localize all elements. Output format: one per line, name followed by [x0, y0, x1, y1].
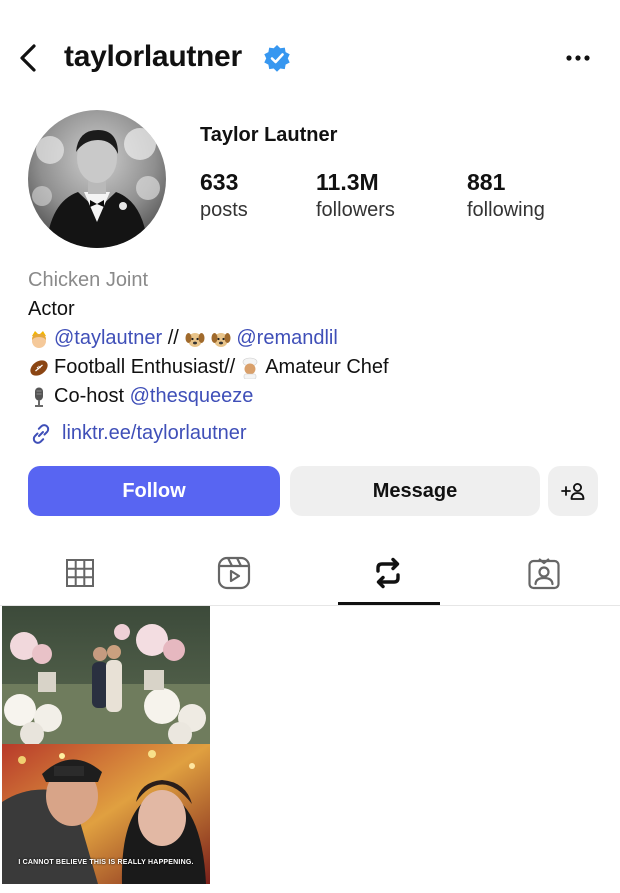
post-image — [2, 606, 210, 884]
bio-mention-taylautner[interactable]: @taylautner — [54, 324, 162, 353]
posts-count: 633 — [200, 169, 239, 195]
profile-avatar[interactable] — [28, 110, 166, 248]
dog-face-emoji-icon — [211, 332, 231, 347]
add-user-icon — [561, 483, 585, 500]
bio-title: Actor — [28, 298, 75, 320]
bio-link[interactable]: linktr.ee/taylorlautner — [28, 419, 598, 448]
tagged-icon — [528, 558, 560, 590]
followers-count: 11.3M — [316, 169, 379, 195]
repost-icon — [376, 557, 400, 589]
followers-label: followers — [316, 199, 395, 221]
avatar-photo — [28, 110, 166, 248]
bio-cohost-text: Co-host — [54, 385, 130, 407]
grid-icon — [66, 559, 94, 587]
post-thumbnail[interactable]: I CANNOT BELIEVE THIS IS REALLY HAPPENIN… — [2, 606, 210, 884]
profile-bio: Chicken Joint Actor @taylautner // @rema… — [28, 266, 598, 448]
tab-tagged[interactable] — [494, 540, 594, 606]
tab-reposts[interactable] — [338, 540, 438, 606]
back-chevron-icon[interactable] — [14, 40, 44, 76]
dog-face-emoji-icon — [185, 332, 205, 347]
chef-emoji-icon — [242, 357, 258, 379]
profile-tabs — [0, 540, 620, 606]
bio-mention-thesqueeze[interactable]: @thesqueeze — [130, 382, 254, 411]
football-emoji-icon — [30, 359, 48, 376]
more-options-icon[interactable] — [560, 46, 596, 70]
link-icon — [32, 423, 50, 444]
bio-link-text[interactable]: linktr.ee/taylorlautner — [62, 419, 247, 448]
following-stat[interactable]: 881 following — [467, 168, 545, 224]
bio-line-cohost: Co-host @thesqueeze — [28, 382, 598, 411]
profile-username: taylorlautner — [64, 40, 242, 73]
bio-line-mentions: @taylautner // @remandlil — [28, 324, 598, 353]
top-bar: taylorlautner — [0, 0, 620, 110]
active-tab-indicator — [338, 602, 440, 605]
princess-emoji-icon — [32, 330, 46, 348]
verified-badge-icon — [264, 45, 290, 72]
tab-grid[interactable] — [30, 540, 130, 606]
message-button[interactable]: Message — [290, 466, 540, 516]
post-caption: I CANNOT BELIEVE THIS IS REALLY HAPPENIN… — [18, 859, 194, 866]
following-label: following — [467, 199, 545, 221]
profile-display-name: Taylor Lautner — [200, 124, 338, 146]
bio-separator: // — [162, 327, 185, 349]
microphone-emoji-icon — [35, 387, 43, 407]
posts-stat[interactable]: 633 posts — [200, 168, 248, 224]
tab-reels[interactable] — [184, 540, 284, 606]
suggested-users-button[interactable] — [548, 466, 598, 516]
bio-chef-text: Amateur Chef — [265, 356, 389, 378]
follow-button[interactable]: Follow — [28, 466, 280, 516]
posts-label: posts — [200, 199, 248, 221]
reels-icon — [217, 556, 251, 590]
bio-category: Chicken Joint — [28, 269, 149, 291]
bio-football-text: Football Enthusiast// — [54, 356, 236, 378]
bio-line-interests: Football Enthusiast// Amateur Chef — [28, 353, 598, 382]
bio-mention-remandlil[interactable]: @remandlil — [236, 324, 337, 353]
followers-stat[interactable]: 11.3M followers — [316, 168, 395, 224]
following-count: 881 — [467, 169, 506, 195]
